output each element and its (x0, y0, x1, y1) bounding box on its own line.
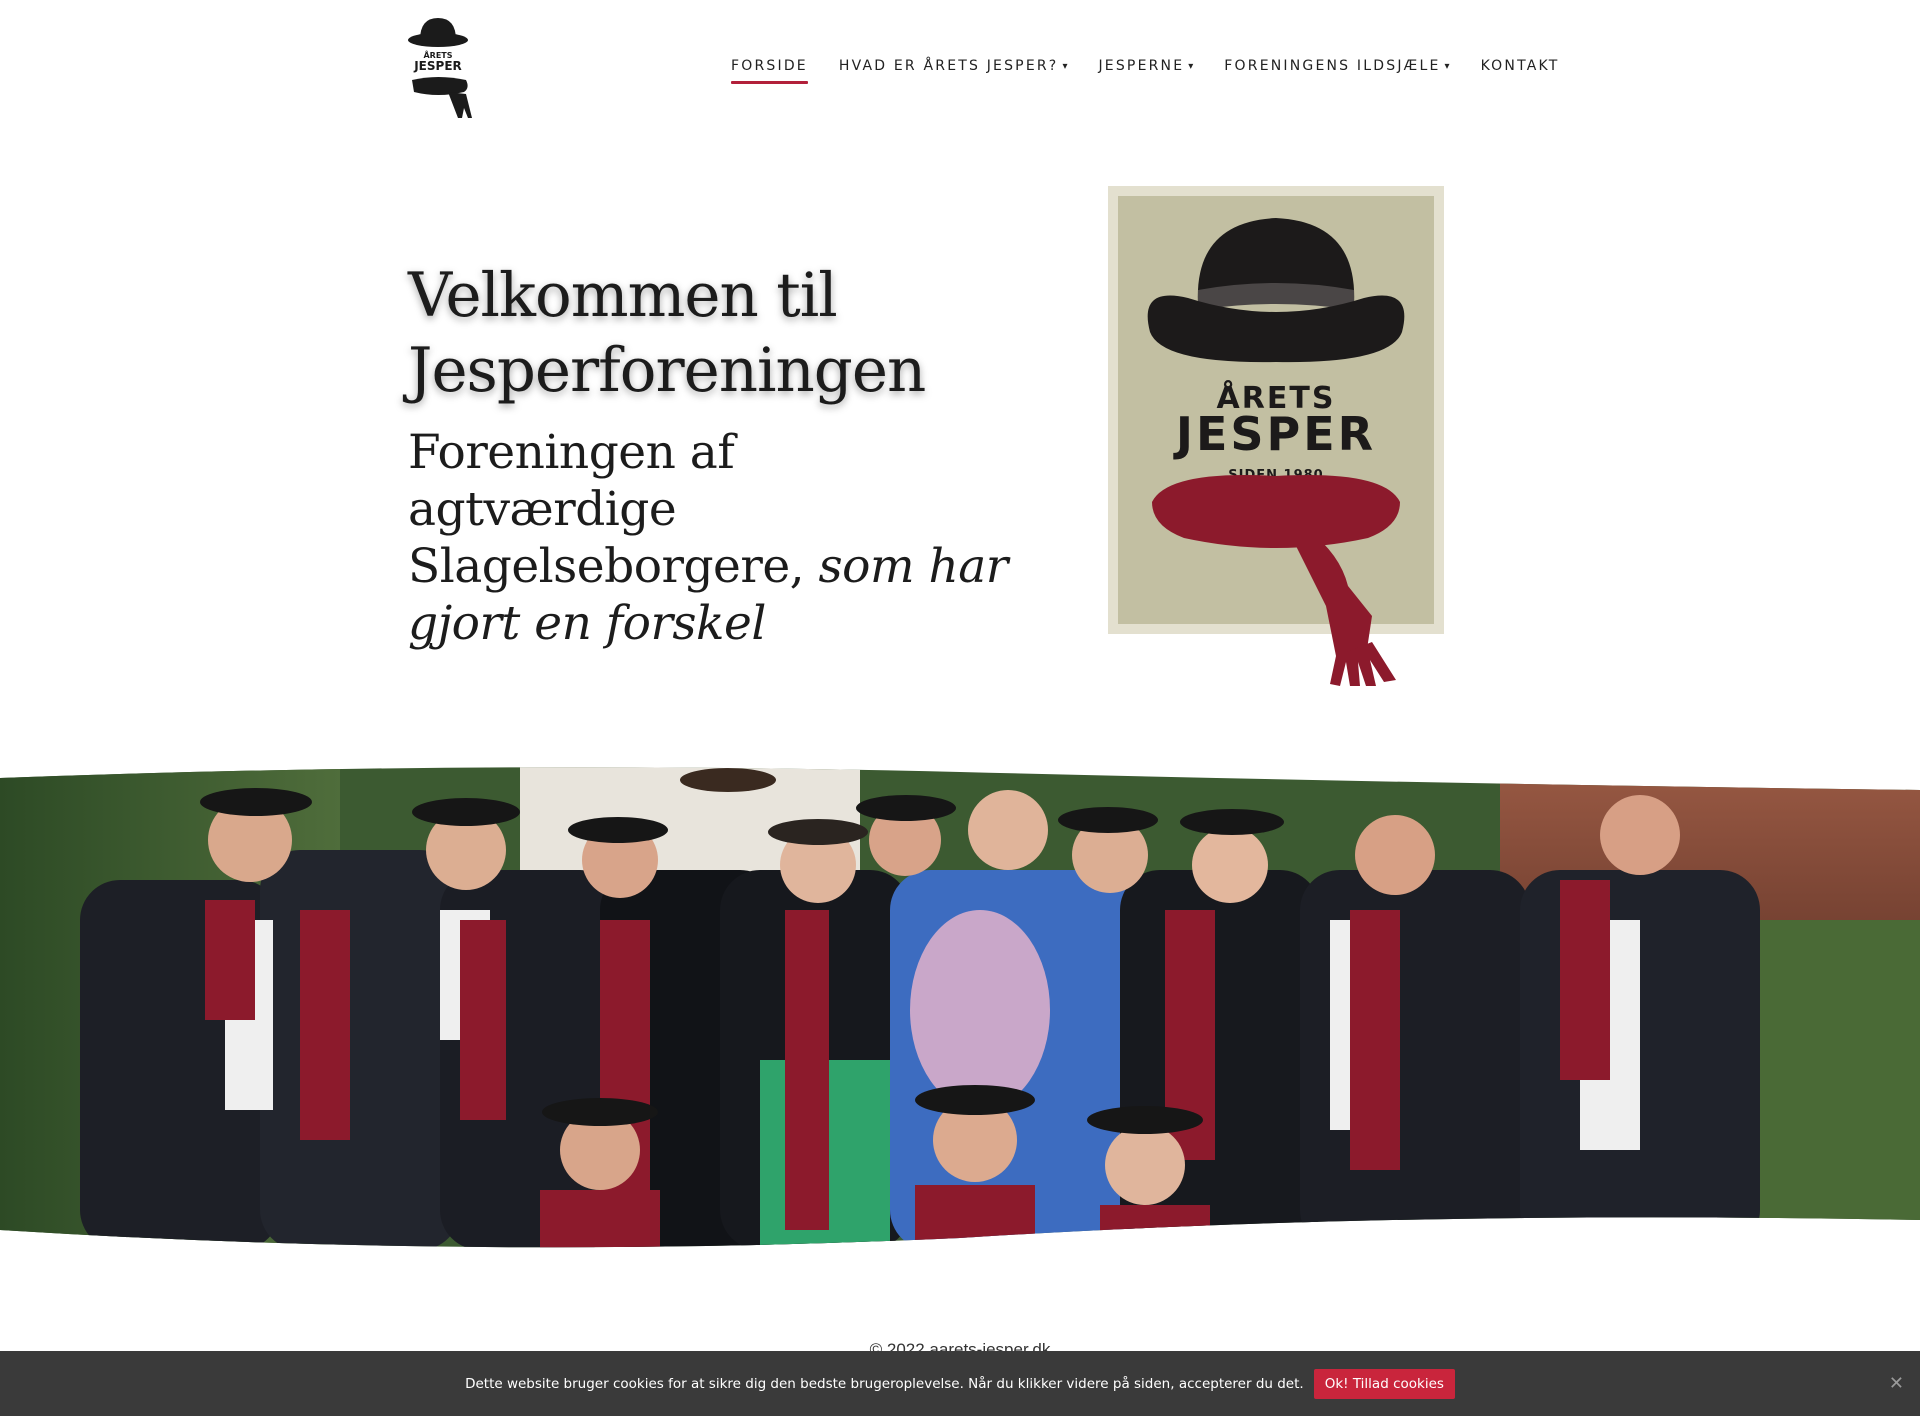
nav-item-label: FORENINGENS ILDSJÆLE (1224, 58, 1441, 74)
page-subtitle-plain: Foreningen af agtværdige Slagelseborgere… (408, 425, 805, 594)
logo-hat-crown (420, 18, 456, 40)
chevron-down-icon: ▾ (1188, 60, 1194, 72)
page-title: Velkommen til Jesperforeningen (408, 258, 1028, 408)
group-photo (0, 767, 1920, 1248)
logo-text-main: JESPER (413, 59, 462, 73)
nav-item-label: KONTAKT (1480, 58, 1560, 74)
nav-item-label: JESPERNE (1098, 58, 1185, 74)
nav-item-forside[interactable]: FORSIDE (731, 58, 808, 84)
nav-item-kontakt[interactable]: KONTAKT (1481, 58, 1560, 74)
logo-scarf (412, 77, 468, 95)
chevron-down-icon: ▾ (1444, 60, 1450, 72)
chevron-down-icon: ▾ (1062, 60, 1068, 72)
site-logo[interactable]: ÅRETS JESPER (408, 14, 478, 122)
nav-item-foreningens-ildsjaele[interactable]: FORENINGENS ILDSJÆLE ▾ (1224, 58, 1449, 74)
cookie-bar: Dette website bruger cookies for at sikr… (0, 1351, 1920, 1416)
poster-text-jesper: JESPER (1173, 407, 1376, 461)
nav-item-label: FORSIDE (731, 58, 808, 74)
poster-scarf (1152, 475, 1400, 548)
nav-item-hvad-er-arets-jesper[interactable]: HVAD ER ÅRETS JESPER? ▾ (839, 58, 1068, 74)
cookie-text: Dette website bruger cookies for at sikr… (465, 1375, 1304, 1392)
nav-item-label: HVAD ER ÅRETS JESPER? (838, 58, 1059, 74)
page-title-line-1: Velkommen til (408, 260, 838, 331)
arets-jesper-poster: ÅRETS JESPER SIDEN 1980 (1108, 186, 1444, 686)
main-nav: FORSIDE HVAD ER ÅRETS JESPER? ▾ JESPERNE… (731, 58, 1560, 84)
accept-cookies-button[interactable]: Ok! Tillad cookies (1313, 1368, 1455, 1399)
page-subtitle: Foreningen af agtværdige Slagelseborgere… (408, 424, 1008, 652)
logo-scarf-tail (448, 92, 472, 118)
nav-item-jesperne[interactable]: JESPERNE ▾ (1098, 58, 1193, 74)
page-title-line-2: Jesperforeningen (408, 335, 926, 406)
close-icon[interactable]: ✕ (1889, 1373, 1904, 1394)
